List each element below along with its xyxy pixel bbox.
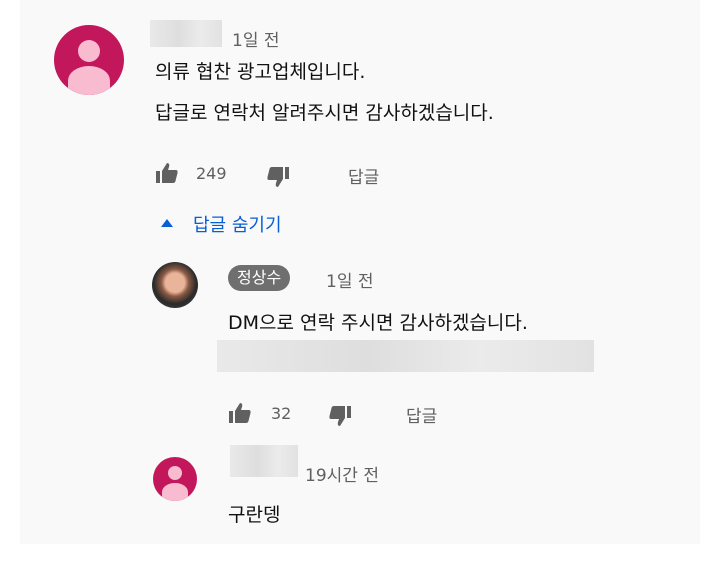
avatar-head-shape — [78, 40, 100, 62]
comment-avatar[interactable] — [54, 25, 124, 95]
comment-text-line-2: 답글로 연락처 알려주시면 감사하겠습니다. — [155, 102, 494, 124]
comment-text-line-1: 의류 협찬 광고업체입니다. — [155, 61, 366, 83]
author-name-redacted[interactable] — [230, 445, 298, 477]
caret-up-icon — [161, 219, 173, 227]
like-count: 249 — [196, 164, 227, 183]
reply-text-redacted — [217, 340, 594, 372]
author-badge[interactable]: 정상수 — [228, 265, 291, 291]
reply-avatar-photo[interactable] — [152, 262, 198, 308]
reply-timestamp[interactable]: 1일 전 — [326, 267, 374, 292]
thumb-up-icon[interactable] — [155, 162, 179, 184]
hide-replies-button[interactable]: 답글 숨기기 — [161, 210, 341, 238]
reply-text: DM으로 연락 주시면 감사하겠습니다. — [228, 312, 528, 334]
thumb-down-icon[interactable] — [328, 405, 352, 427]
reply-avatar[interactable] — [153, 457, 197, 501]
avatar-head-shape — [168, 466, 182, 480]
comment-timestamp[interactable]: 1일 전 — [232, 26, 280, 51]
hide-replies-label: 답글 숨기기 — [193, 215, 282, 236]
reply-timestamp[interactable]: 19시간 전 — [305, 461, 379, 486]
reply-button[interactable]: 답글 — [406, 402, 437, 427]
like-count: 32 — [271, 404, 292, 423]
author-name-redacted[interactable] — [150, 20, 222, 47]
reply-button[interactable]: 답글 — [348, 163, 379, 188]
avatar-body-shape — [162, 483, 188, 501]
thumb-down-icon[interactable] — [266, 166, 290, 188]
avatar-body-shape — [68, 66, 110, 95]
thumb-up-icon[interactable] — [228, 402, 252, 424]
reply-text: 구란뎅 — [228, 504, 281, 526]
